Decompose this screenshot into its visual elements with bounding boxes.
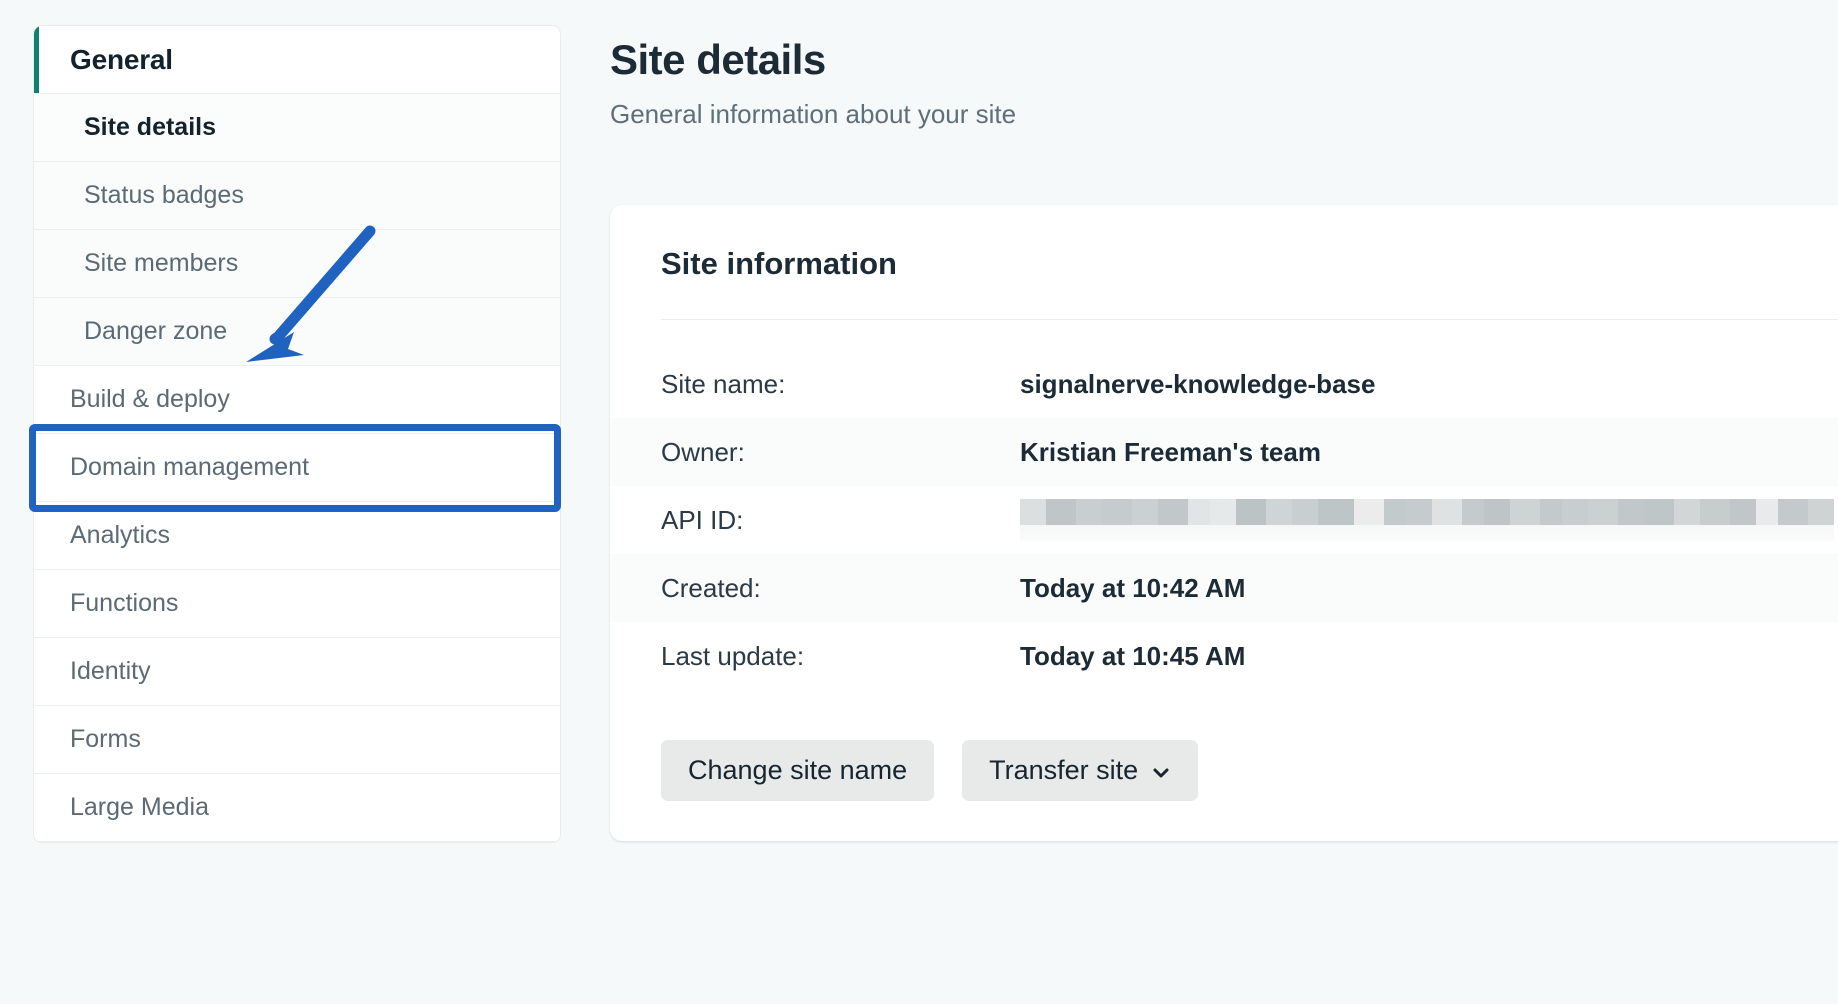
sidebar-item-functions[interactable]: Functions bbox=[34, 570, 560, 638]
table-row: Created: Today at 10:42 AM bbox=[610, 554, 1838, 622]
sidebar-item-identity[interactable]: Identity bbox=[34, 638, 560, 706]
card-title: Site information bbox=[661, 246, 897, 281]
sidebar-item-analytics[interactable]: Analytics bbox=[34, 502, 560, 570]
site-information-table: Site name: signalnerve-knowledge-base Ow… bbox=[610, 350, 1838, 690]
site-information-card: Site information Site name: signalnerve-… bbox=[610, 205, 1838, 841]
row-value-api-id-redacted bbox=[1020, 499, 1834, 541]
sidebar-section-general[interactable]: General bbox=[34, 26, 560, 94]
redaction-block bbox=[1618, 499, 1644, 541]
sidebar-item-status-badges[interactable]: Status badges bbox=[34, 162, 560, 230]
redaction-block bbox=[1188, 499, 1210, 541]
table-row: Last update: Today at 10:45 AM bbox=[610, 622, 1838, 690]
card-actions: Change site name Transfer site bbox=[610, 690, 1838, 801]
sidebar-item-label: Danger zone bbox=[84, 317, 228, 345]
redaction-block bbox=[1266, 499, 1292, 541]
sidebar-item-label: Large Media bbox=[70, 793, 209, 821]
sidebar-item-danger-zone[interactable]: Danger zone bbox=[34, 298, 560, 366]
table-row: API ID: bbox=[610, 486, 1838, 554]
sidebar-section-label: General bbox=[70, 43, 173, 75]
button-label: Change site name bbox=[688, 755, 908, 785]
redaction-block bbox=[1076, 499, 1102, 541]
sidebar-item-label: Functions bbox=[70, 589, 179, 617]
row-label: Last update: bbox=[661, 640, 805, 671]
sidebar-item-build-and-deploy[interactable]: Build & deploy bbox=[34, 366, 560, 434]
table-row: Owner: Kristian Freeman's team bbox=[610, 418, 1838, 486]
redaction-block bbox=[1462, 499, 1484, 541]
page-title: Site details bbox=[610, 36, 826, 83]
redaction-block bbox=[1700, 499, 1730, 541]
redaction-block bbox=[1236, 499, 1266, 541]
redaction-block bbox=[1484, 499, 1510, 541]
sidebar-item-label: Domain management bbox=[70, 453, 310, 481]
redaction-block bbox=[1778, 499, 1808, 541]
redaction-block bbox=[1432, 499, 1462, 541]
row-label: API ID: bbox=[661, 504, 744, 535]
settings-sidebar: General Site details Status badges Site … bbox=[33, 25, 561, 843]
redaction-block bbox=[1318, 499, 1354, 541]
redaction-block bbox=[1132, 499, 1158, 541]
redaction-block bbox=[1540, 499, 1562, 541]
row-value-created: Today at 10:42 AM bbox=[1020, 572, 1246, 603]
row-label: Site name: bbox=[661, 368, 786, 399]
redaction-block bbox=[1730, 499, 1756, 541]
sidebar-item-label: Site members bbox=[84, 249, 239, 277]
button-label: Transfer site bbox=[989, 755, 1139, 785]
transfer-site-button[interactable]: Transfer site bbox=[962, 740, 1199, 801]
redaction-block bbox=[1210, 499, 1236, 541]
redaction-block bbox=[1158, 499, 1188, 541]
sidebar-item-label: Forms bbox=[70, 725, 141, 753]
card-divider bbox=[661, 319, 1838, 320]
redaction-block bbox=[1406, 499, 1432, 541]
page-subtitle: General information about your site bbox=[610, 99, 1017, 129]
redaction-block bbox=[1644, 499, 1674, 541]
sidebar-item-label: Analytics bbox=[70, 521, 171, 549]
redaction-block bbox=[1562, 499, 1588, 541]
redaction-block bbox=[1674, 499, 1700, 541]
app-root: General Site details Status badges Site … bbox=[0, 0, 1838, 1004]
sidebar-item-site-members[interactable]: Site members bbox=[34, 230, 560, 298]
row-value-site-name: signalnerve-knowledge-base bbox=[1020, 368, 1376, 399]
change-site-name-button[interactable]: Change site name bbox=[661, 740, 935, 801]
redaction-block bbox=[1384, 499, 1406, 541]
redaction-block bbox=[1808, 499, 1834, 541]
row-value-owner: Kristian Freeman's team bbox=[1020, 436, 1321, 467]
sidebar-item-label: Site details bbox=[84, 113, 216, 141]
redaction-block bbox=[1292, 499, 1318, 541]
redaction-block bbox=[1020, 499, 1046, 541]
redaction-block bbox=[1588, 499, 1618, 541]
main-content: Site details General information about y… bbox=[610, 0, 1838, 1004]
redaction-block bbox=[1354, 499, 1384, 541]
redaction-block bbox=[1756, 499, 1778, 541]
row-label: Owner: bbox=[661, 436, 745, 467]
chevron-down-icon bbox=[1151, 761, 1171, 781]
sidebar-item-label: Build & deploy bbox=[70, 385, 230, 413]
redaction-block bbox=[1046, 499, 1076, 541]
redaction-block bbox=[1510, 499, 1540, 541]
row-label: Created: bbox=[661, 572, 761, 603]
redaction-block bbox=[1102, 499, 1132, 541]
active-section-accent-bar bbox=[34, 26, 39, 93]
sidebar-item-domain-management[interactable]: Domain management bbox=[34, 434, 560, 502]
sidebar-item-label: Status badges bbox=[84, 181, 244, 209]
sidebar-item-large-media[interactable]: Large Media bbox=[34, 774, 560, 842]
sidebar-item-label: Identity bbox=[70, 657, 151, 685]
row-value-last-update: Today at 10:45 AM bbox=[1020, 640, 1246, 671]
sidebar-item-site-details[interactable]: Site details bbox=[34, 94, 560, 162]
sidebar-item-forms[interactable]: Forms bbox=[34, 706, 560, 774]
table-row: Site name: signalnerve-knowledge-base bbox=[610, 350, 1838, 418]
